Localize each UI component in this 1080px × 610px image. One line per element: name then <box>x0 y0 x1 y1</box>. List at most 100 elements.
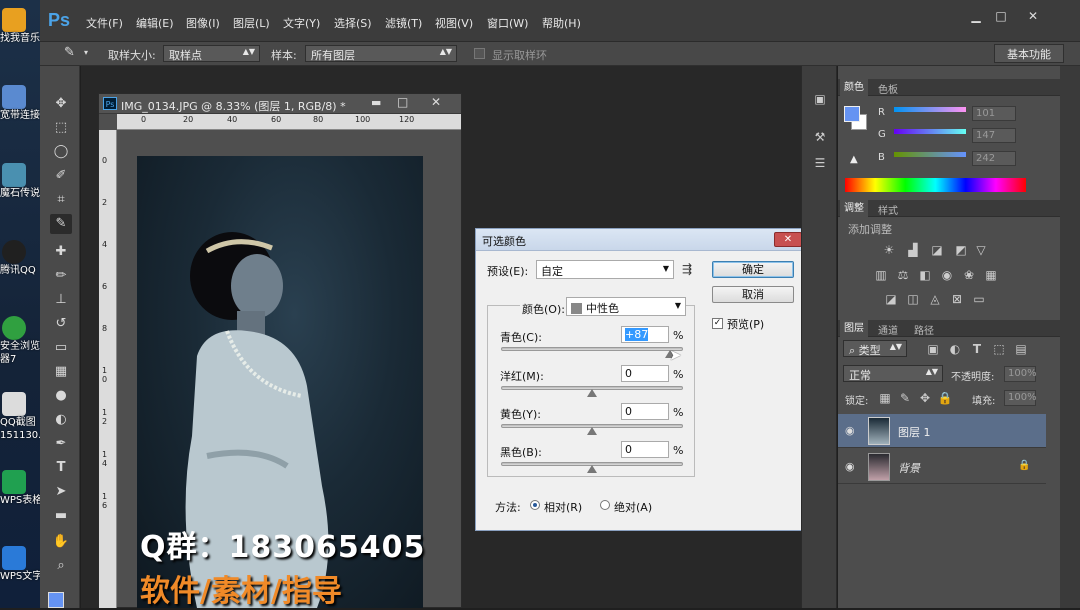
lock-all-icon[interactable]: 🔒 <box>936 391 954 405</box>
black-white-icon[interactable]: ◧ <box>916 268 934 282</box>
filter-shape-icon[interactable]: ⬚ <box>990 342 1008 356</box>
layer-filter-select[interactable]: ⌕ 类型 ▲▼ <box>843 340 907 357</box>
menu-filter[interactable]: 滤镜(T) <box>385 15 422 31</box>
tab-layers[interactable]: 图层 <box>840 320 868 337</box>
yellow-slider-thumb[interactable] <box>587 427 597 435</box>
tab-paths[interactable]: 路径 <box>910 322 938 337</box>
r-value[interactable]: 101 <box>972 106 1016 121</box>
pen-tool-icon[interactable]: ✒ <box>50 434 72 454</box>
healing-tool-icon[interactable]: ✚ <box>50 242 72 262</box>
posterize-icon[interactable]: ◫ <box>904 292 922 306</box>
crop-tool-icon[interactable]: ⌗ <box>50 190 72 210</box>
eyedropper-tool-icon[interactable]: ✎ <box>50 214 72 234</box>
type-tool-icon[interactable]: T <box>50 458 72 478</box>
levels-icon[interactable]: ▟ <box>904 243 922 257</box>
menu-file[interactable]: 文件(F) <box>86 15 123 31</box>
g-value[interactable]: 147 <box>972 128 1016 143</box>
sample-size-select[interactable]: 取样点 ▲▼ <box>163 45 260 62</box>
tab-channels[interactable]: 通道 <box>874 322 902 337</box>
doc-close-button[interactable]: ✕ <box>431 95 441 109</box>
magenta-input[interactable]: 0 <box>621 365 669 382</box>
color-spectrum[interactable] <box>845 178 1026 192</box>
zoom-tool-icon[interactable]: ⌕ <box>50 556 72 576</box>
lasso-tool-icon[interactable]: ◯ <box>50 142 72 162</box>
invert-icon[interactable]: ◪ <box>882 292 900 306</box>
color-lookup-icon[interactable]: ▦ <box>982 268 1000 282</box>
brush-tool-icon[interactable]: ✏ <box>50 266 72 286</box>
preview-checkbox[interactable]: ✓ <box>712 318 723 329</box>
menu-view[interactable]: 视图(V) <box>435 15 473 31</box>
color-balance-icon[interactable]: ⚖ <box>894 268 912 282</box>
foreground-swatch[interactable] <box>844 106 860 122</box>
brightness-icon[interactable]: ☀ <box>880 243 898 257</box>
doc-minimize-button[interactable]: ▬ <box>371 96 381 109</box>
chevron-down-icon[interactable]: ▾ <box>84 48 88 57</box>
yellow-input[interactable]: 0 <box>621 403 669 420</box>
cyan-input[interactable]: +87 <box>621 326 669 343</box>
menu-image[interactable]: 图像(I) <box>186 15 220 31</box>
menu-help[interactable]: 帮助(H) <box>542 15 581 31</box>
blur-tool-icon[interactable]: ● <box>50 386 72 406</box>
menu-window[interactable]: 窗口(W) <box>487 15 528 31</box>
tab-swatches[interactable]: 色板 <box>874 81 902 96</box>
eraser-tool-icon[interactable]: ▭ <box>50 338 72 358</box>
maximize-button[interactable]: □ <box>990 8 1012 24</box>
minimize-button[interactable]: ▁ <box>965 8 987 24</box>
eye-icon[interactable]: ◉ <box>845 424 855 437</box>
lock-position-icon[interactable]: ✥ <box>916 391 934 405</box>
tab-color[interactable]: 颜色 <box>840 79 868 96</box>
selective-color-icon[interactable]: ⊠ <box>948 292 966 306</box>
filter-adjust-icon[interactable]: ◐ <box>946 342 964 356</box>
relative-radio[interactable] <box>530 500 540 510</box>
close-button[interactable]: ✕ <box>1022 8 1044 24</box>
photo-filter-icon[interactable]: ◉ <box>938 268 956 282</box>
desktop-icon-network[interactable]: 宽带连接 <box>0 85 40 122</box>
path-select-icon[interactable]: ➤ <box>50 482 72 502</box>
history-brush-icon[interactable]: ↺ <box>50 314 72 334</box>
dialog-close-button[interactable]: ✕ <box>774 232 802 247</box>
tab-styles[interactable]: 样式 <box>874 202 902 217</box>
black-slider-thumb[interactable] <box>587 465 597 473</box>
preset-select[interactable]: 自定 ▼ <box>536 260 674 279</box>
dodge-tool-icon[interactable]: ◐ <box>50 410 72 430</box>
b-slider[interactable] <box>894 152 966 157</box>
foreground-color-swatch[interactable] <box>48 592 64 608</box>
eye-icon[interactable]: ◉ <box>845 460 855 473</box>
magenta-slider-thumb[interactable] <box>587 389 597 397</box>
desktop-icon-qq[interactable]: 腾讯QQ <box>0 240 40 277</box>
eyedropper-icon[interactable]: ✎ <box>64 45 75 60</box>
history-panel-icon[interactable]: ▣ <box>811 92 829 106</box>
cancel-button[interactable]: 取消 <box>712 286 794 303</box>
desktop-icon-wps-writer[interactable]: WPS文字 <box>0 546 42 583</box>
dialog-title-bar[interactable]: 可选颜色 ✕ <box>476 229 806 251</box>
preset-options-icon[interactable]: ⇶ <box>682 262 692 276</box>
document-title-bar[interactable]: Ps IMG_0134.JPG @ 8.33% (图层 1, RGB/8) * … <box>99 94 461 114</box>
show-ring-checkbox[interactable] <box>474 48 485 59</box>
desktop-icon-browser[interactable]: 安全浏览 器7 <box>0 316 40 366</box>
marquee-tool-icon[interactable]: ⬚ <box>50 118 72 138</box>
colors-select[interactable]: 中性色 ▼ <box>566 297 686 316</box>
vibrance-icon[interactable]: ▽ <box>972 243 990 257</box>
filter-type-icon[interactable]: T <box>968 342 986 356</box>
layer-row-background[interactable]: ◉ 背景 🔒 <box>838 450 1046 484</box>
blend-mode-select[interactable]: 正常 ▲▼ <box>843 365 943 382</box>
opacity-input[interactable]: 100% <box>1004 366 1037 382</box>
lock-transparency-icon[interactable]: ▦ <box>876 391 894 405</box>
panel-scrollbar[interactable] <box>1060 66 1080 608</box>
hue-saturation-icon[interactable]: ▥ <box>872 268 890 282</box>
actions-panel-icon[interactable]: ⚒ <box>811 130 829 144</box>
filter-pixel-icon[interactable]: ▣ <box>924 342 942 356</box>
menu-layer[interactable]: 图层(L) <box>233 15 270 31</box>
layer-row-selected[interactable]: ◉ 图层 1 <box>838 414 1046 448</box>
filter-smart-icon[interactable]: ▤ <box>1012 342 1030 356</box>
threshold-icon[interactable]: ◬ <box>926 292 944 306</box>
fill-input[interactable]: 100% <box>1004 390 1037 406</box>
cyan-slider-track[interactable] <box>501 347 683 351</box>
gradient-tool-icon[interactable]: ▦ <box>50 362 72 382</box>
workspace-button[interactable]: 基本功能 <box>994 44 1064 63</box>
black-input[interactable]: 0 <box>621 441 669 458</box>
desktop-icon-game[interactable]: 魔石传说 <box>0 163 40 200</box>
sample-select[interactable]: 所有图层 ▲▼ <box>305 45 457 62</box>
g-slider[interactable] <box>894 129 966 134</box>
absolute-radio[interactable] <box>600 500 610 510</box>
